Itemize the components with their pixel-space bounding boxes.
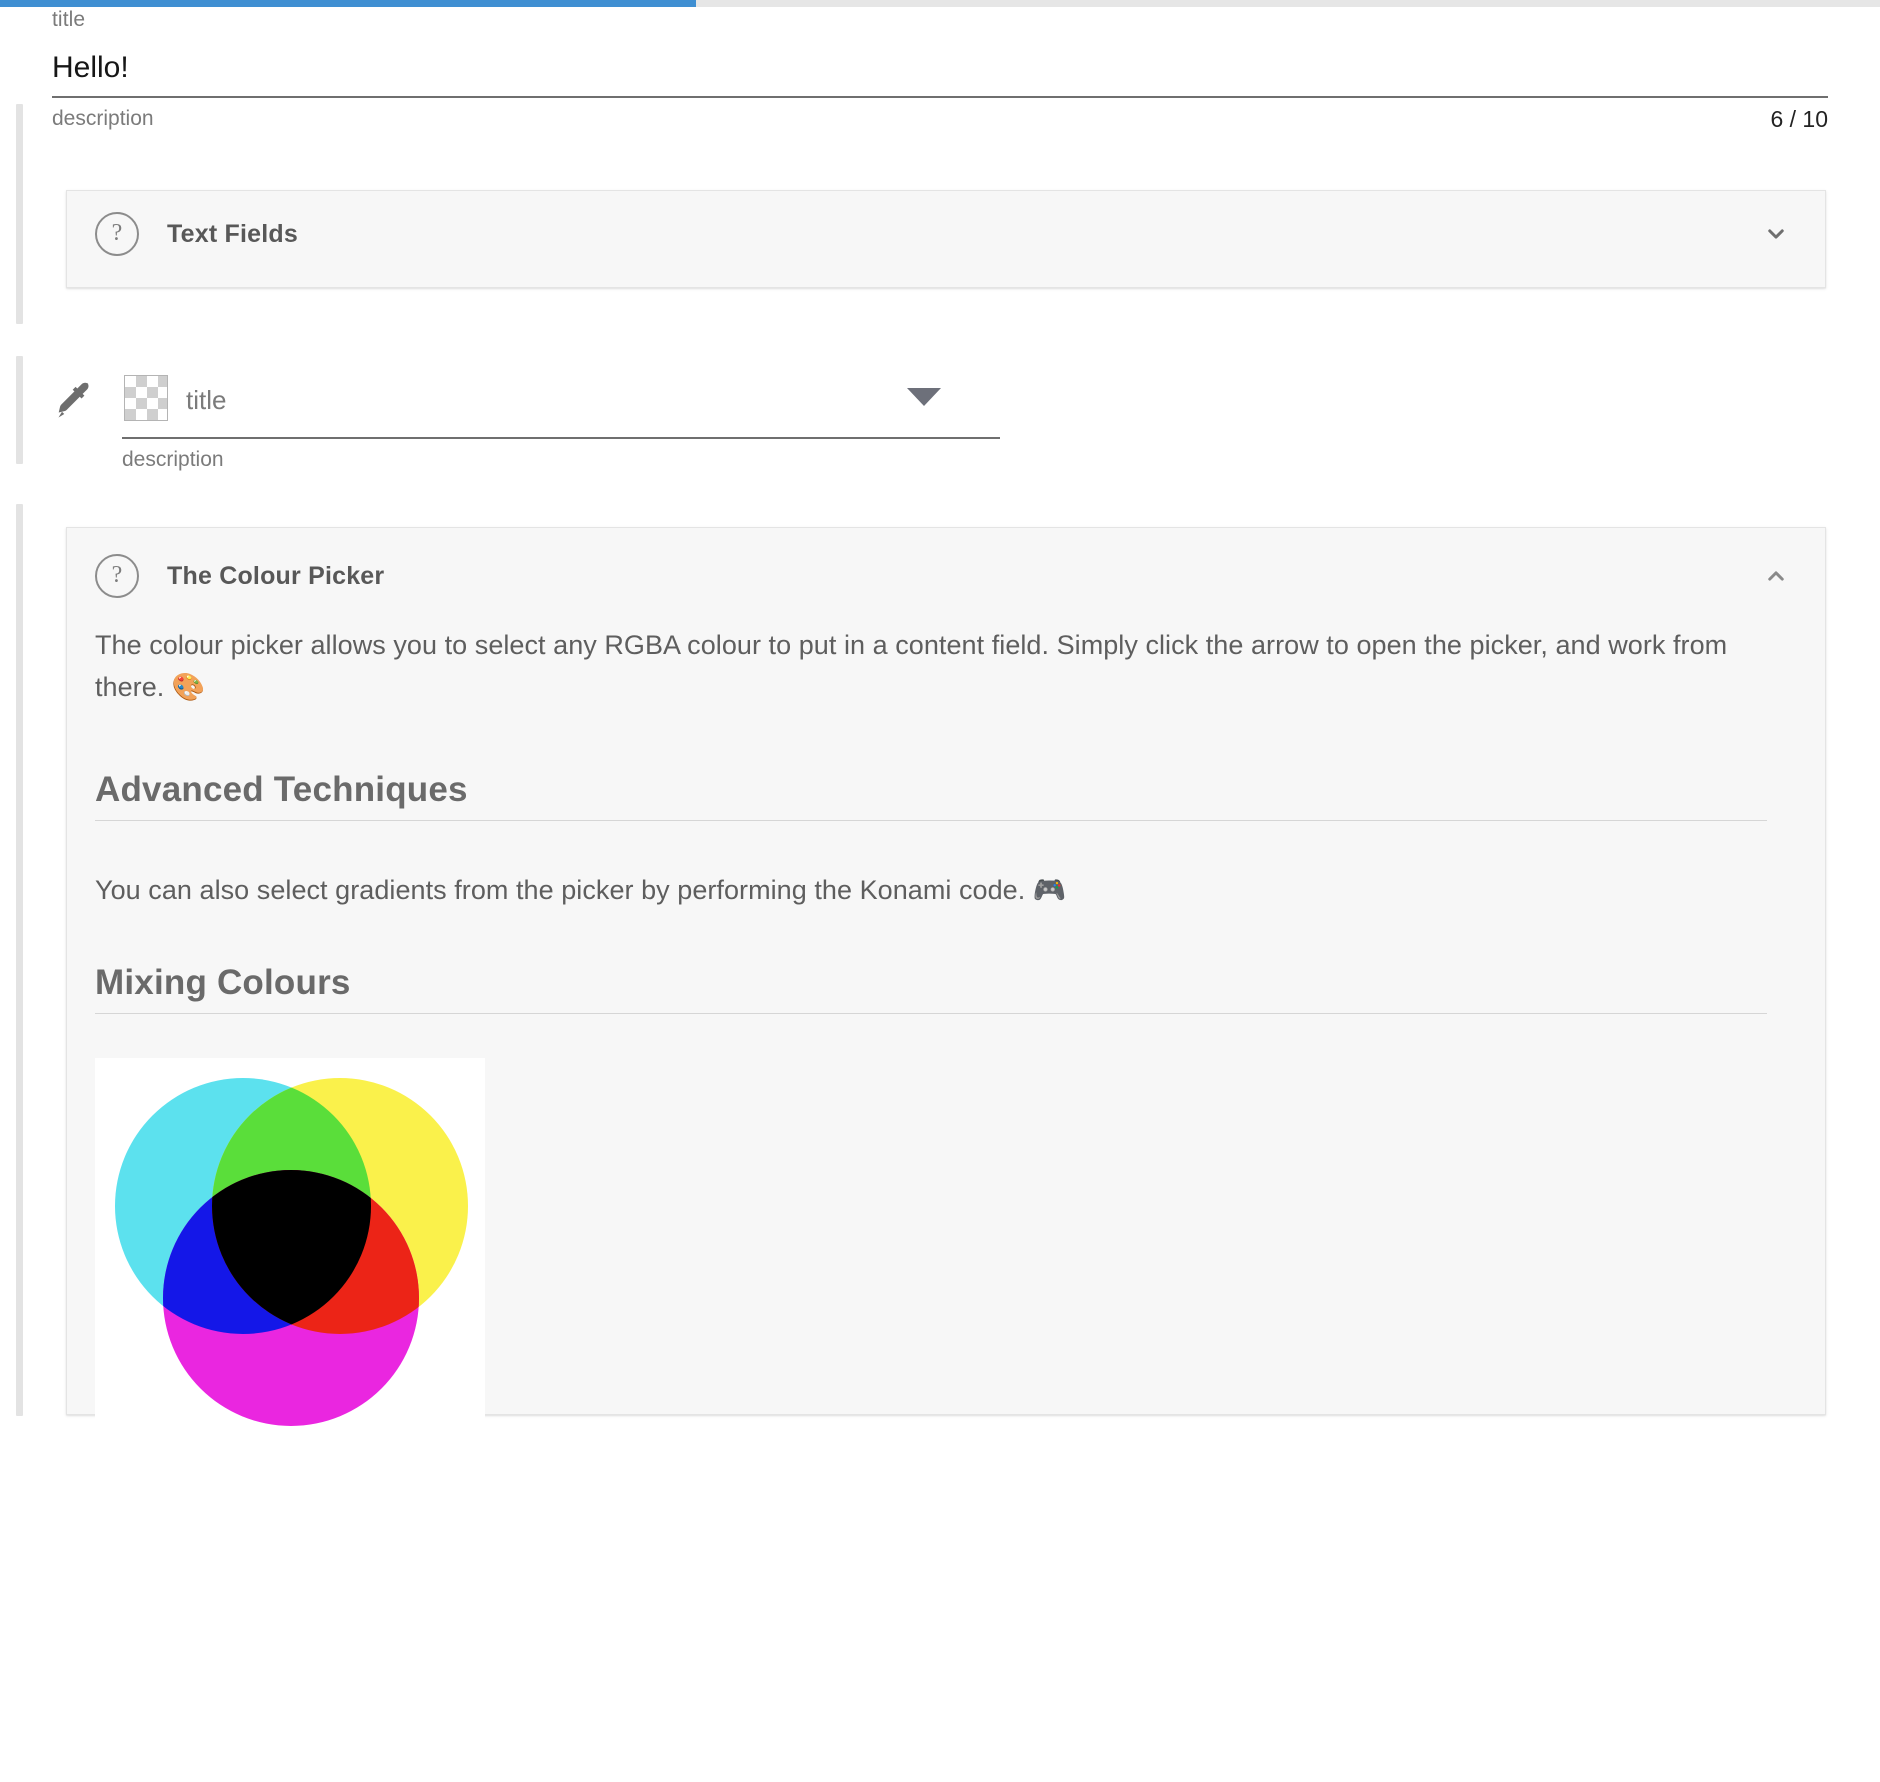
eyedropper-icon[interactable] (52, 378, 98, 424)
section-heading-mixing-colours: Mixing Colours (95, 963, 1767, 1014)
top-progress-bar (0, 0, 1880, 7)
title-text-field: title Hello! description 6 / 10 (52, 8, 1828, 132)
colour-swatch-preview[interactable] (124, 375, 168, 421)
title-field-underline (52, 96, 1828, 98)
drag-handle[interactable] (16, 504, 23, 1416)
question-mark-circle-icon: ? (95, 212, 139, 256)
drag-handle[interactable] (16, 356, 23, 464)
title-field-counter: 6 / 10 (1770, 106, 1828, 132)
title-field-label: title (52, 8, 86, 31)
text-fields-panel-title: Text Fields (167, 219, 298, 248)
colour-mixing-venn-image (95, 1058, 485, 1448)
colour-picker-panel[interactable]: ? The Colour Picker The colour picker al… (66, 527, 1826, 1448)
text-fields-panel-header[interactable]: ? Text Fields (67, 191, 1825, 277)
colour-picker-panel-header[interactable]: ? The Colour Picker (67, 528, 1825, 624)
chevron-up-icon[interactable] (1761, 561, 1791, 591)
colour-picker-intro-text: The colour picker allows you to select a… (95, 630, 1728, 702)
title-field-hint: description (52, 107, 154, 130)
colour-picker-panel-title: The Colour Picker (167, 561, 385, 590)
colour-field-underline (122, 437, 1000, 439)
triangle-down-icon[interactable] (907, 388, 941, 406)
colour-field-placeholder: title (186, 385, 227, 415)
drag-handle[interactable] (16, 176, 23, 324)
venn-diagram-svg (95, 1058, 485, 1448)
colour-field-hint: description (122, 448, 224, 471)
chevron-down-icon[interactable] (1761, 219, 1791, 249)
section-heading-advanced-techniques: Advanced Techniques (95, 770, 1767, 821)
text-fields-panel[interactable]: ? Text Fields (66, 190, 1826, 288)
colour-picker-panel-body: The colour picker allows you to select a… (67, 624, 1825, 1448)
section-body-advanced-techniques: You can also select gradients from the p… (95, 875, 1067, 905)
question-mark-circle-icon: ? (95, 554, 139, 598)
colour-picker-field[interactable]: title description (52, 360, 1052, 471)
title-field-input[interactable]: Hello! (52, 50, 1828, 86)
top-progress-bar-fill (0, 0, 696, 7)
